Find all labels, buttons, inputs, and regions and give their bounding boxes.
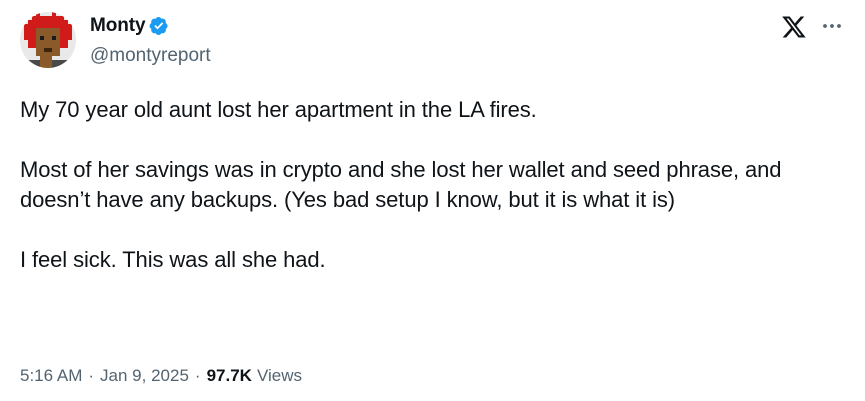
tweet-time[interactable]: 5:16 AM: [20, 366, 82, 386]
tweet-paragraph: My 70 year old aunt lost her apartment i…: [20, 97, 537, 122]
views-count: 97.7K: [206, 366, 252, 385]
views-label: Views: [256, 366, 302, 385]
user-handle[interactable]: @montyreport: [90, 45, 211, 67]
tweet-date[interactable]: Jan 9, 2025: [100, 366, 189, 386]
avatar[interactable]: [20, 12, 76, 68]
more-options-button[interactable]: [817, 14, 847, 38]
name-row: Monty: [90, 13, 211, 39]
pixel-punk-avatar-icon: [20, 12, 76, 68]
verified-badge-icon: [149, 16, 169, 36]
x-logo-icon[interactable]: [781, 14, 807, 40]
meta-separator: ·: [194, 366, 201, 385]
tweet-card: Monty @montyreport My 70 year old aunt l…: [0, 0, 865, 401]
tweet-text: My 70 year old aunt lost her apartment i…: [20, 95, 820, 275]
display-name[interactable]: Monty: [90, 15, 146, 37]
meta-separator: ·: [88, 366, 95, 385]
more-horizontal-icon: [823, 24, 841, 28]
tweet-meta: 5:16 AM · Jan 9, 2025 · 97.7K Views: [20, 366, 302, 386]
tweet-paragraph: I feel sick. This was all she had.: [20, 247, 326, 272]
author-block: Monty @montyreport: [90, 13, 211, 69]
tweet-paragraph: Most of her savings was in crypto and sh…: [20, 157, 782, 212]
